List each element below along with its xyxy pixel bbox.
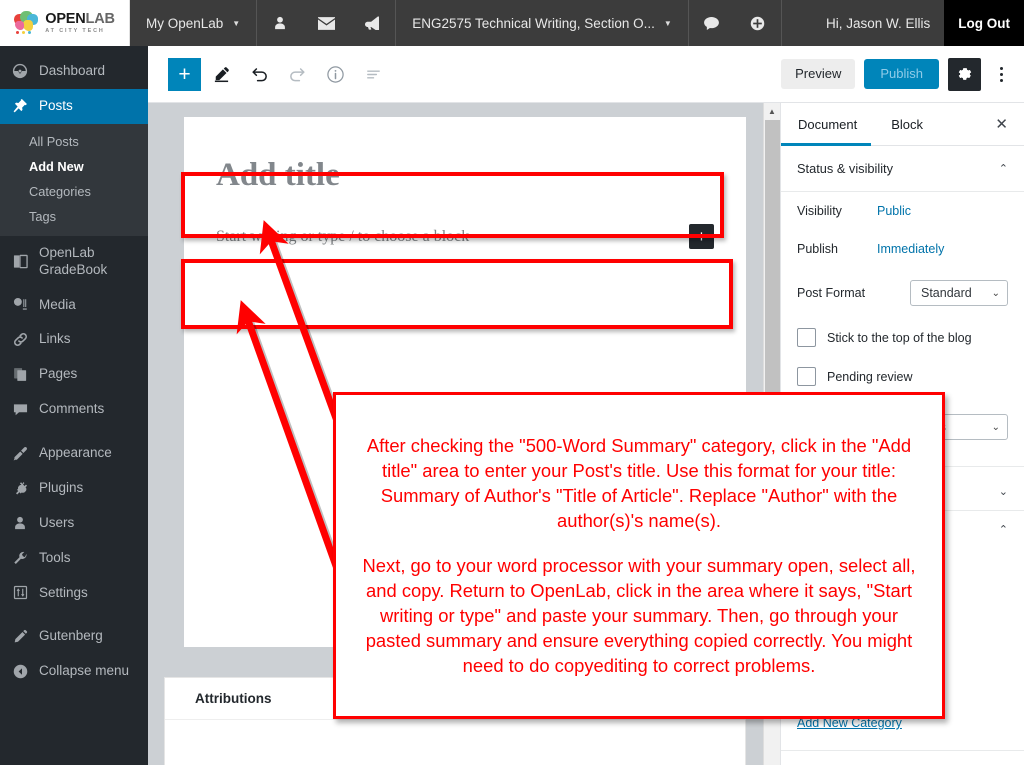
annotation-callout: After checking the "500-Word Summary" ca…	[333, 392, 945, 719]
annotation-paragraph-1: After checking the "500-Word Summary" ca…	[354, 433, 924, 533]
annotation-paragraph-2: Next, go to your word processor with you…	[354, 553, 924, 678]
screenshot-root: OPENLAB AT CITY TECH My OpenLab ▼ ENG257…	[0, 0, 1024, 765]
